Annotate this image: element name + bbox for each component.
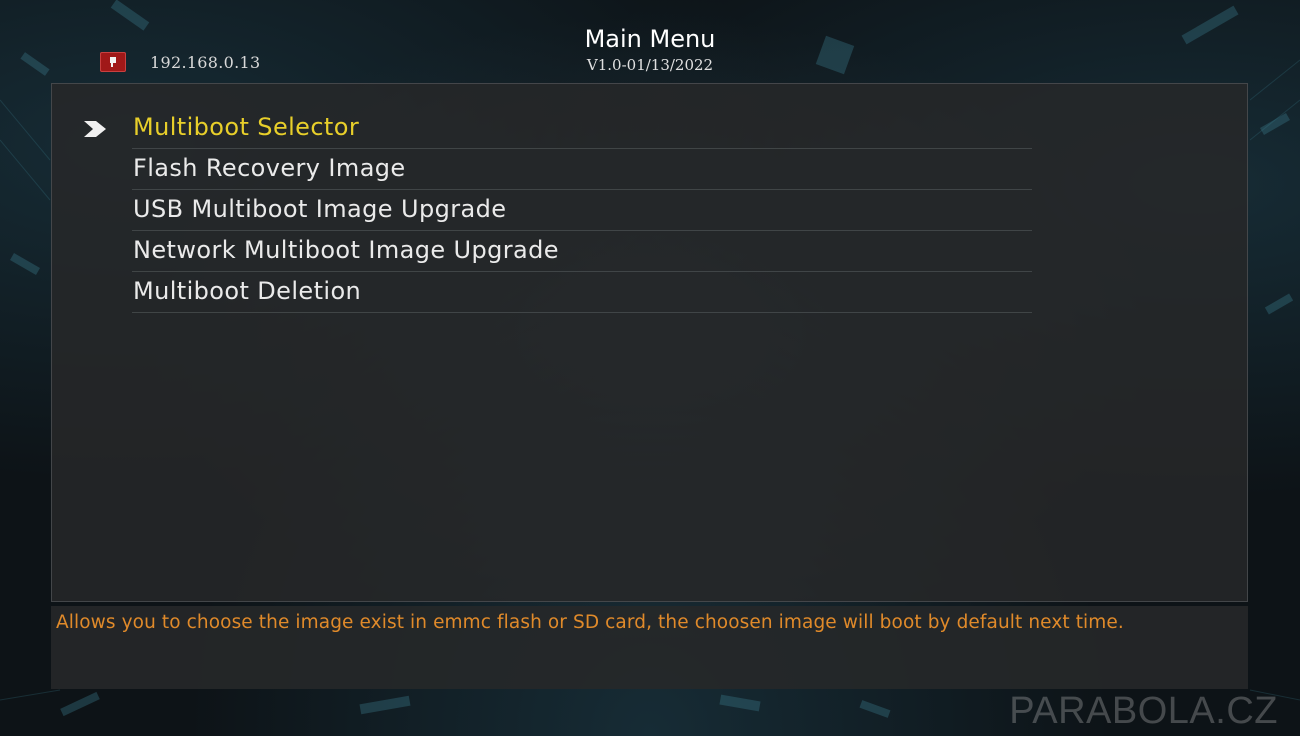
screen: 192.168.0.13 Main Menu V1.0-01/13/2022 M… xyxy=(0,0,1300,736)
description-panel: Allows you to choose the image exist in … xyxy=(51,606,1248,689)
menu-list: Multiboot Selector Flash Recovery Image … xyxy=(52,108,1247,313)
header: Main Menu V1.0-01/13/2022 xyxy=(0,24,1300,75)
menu-item-label: Network Multiboot Image Upgrade xyxy=(133,236,559,264)
description-text: Allows you to choose the image exist in … xyxy=(56,612,1124,633)
menu-item-flash-recovery-image[interactable]: Flash Recovery Image xyxy=(132,149,1032,190)
version-label: V1.0-01/13/2022 xyxy=(586,56,714,74)
menu-item-usb-multiboot-image-upgrade[interactable]: USB Multiboot Image Upgrade xyxy=(132,190,1032,231)
menu-item-label: USB Multiboot Image Upgrade xyxy=(133,195,507,223)
menu-panel: Multiboot Selector Flash Recovery Image … xyxy=(51,83,1248,602)
menu-item-label: Multiboot Selector xyxy=(133,113,360,141)
watermark: PARABOLA.CZ xyxy=(1009,690,1278,732)
menu-item-multiboot-selector[interactable]: Multiboot Selector xyxy=(84,108,1032,149)
menu-item-multiboot-deletion[interactable]: Multiboot Deletion xyxy=(132,272,1032,313)
menu-item-label: Flash Recovery Image xyxy=(133,154,406,182)
menu-item-network-multiboot-image-upgrade[interactable]: Network Multiboot Image Upgrade xyxy=(132,231,1032,272)
menu-item-label: Multiboot Deletion xyxy=(133,277,362,305)
chevron-right-icon xyxy=(84,121,106,137)
page-title: Main Menu xyxy=(584,25,716,53)
